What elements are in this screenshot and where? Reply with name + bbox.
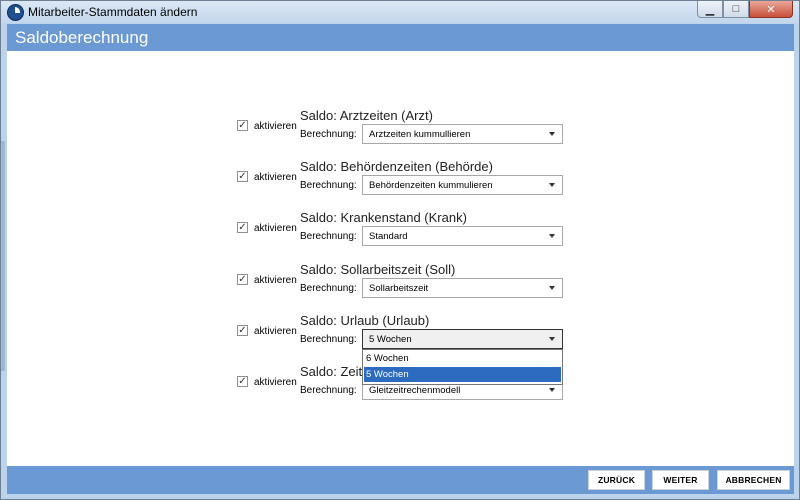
calc-select-urlaub[interactable]: 5 Wochen <box>362 329 563 349</box>
calc-select-value: Standard <box>369 231 408 242</box>
dropdown-option[interactable]: 6 Wochen <box>364 351 561 366</box>
calc-select-value: Sollarbeitszeit <box>369 283 429 294</box>
calc-label: Berechnung: <box>300 283 357 294</box>
saldo-title: Saldo: Urlaub (Urlaub) <box>300 313 430 328</box>
activate-label: aktivieren <box>254 326 297 337</box>
chevron-down-icon <box>549 388 555 392</box>
calc-select-value: Behördenzeiten kummulieren <box>369 180 493 191</box>
page-header: Saldoberechnung <box>7 24 794 51</box>
checkmark-icon: ✓ <box>238 221 247 233</box>
maximize-button[interactable]: □ <box>723 1 749 18</box>
saldo-title: Saldo: Arztzeiten (Arzt) <box>300 108 433 123</box>
calc-select-soll[interactable]: Sollarbeitszeit <box>362 278 563 298</box>
calc-select-behoerde[interactable]: Behördenzeiten kummulieren <box>362 175 563 195</box>
saldo-group-arzt: ✓ aktivieren Saldo: Arztzeiten (Arzt) Be… <box>7 106 794 156</box>
checkmark-icon: ✓ <box>238 119 247 131</box>
calc-label: Berechnung: <box>300 334 357 345</box>
checkmark-icon: ✓ <box>238 375 247 387</box>
calc-label: Berechnung: <box>300 231 357 242</box>
checkmark-icon: ✓ <box>238 324 247 336</box>
close-icon: ✕ <box>766 3 776 16</box>
activate-checkbox-zeit[interactable]: ✓ <box>237 376 248 387</box>
minimize-button[interactable]: ▁ <box>697 1 723 18</box>
window-controls: ▁ □ ✕ <box>697 1 793 19</box>
urlaub-dropdown-list: 6 Wochen 5 Wochen <box>362 349 563 385</box>
back-button[interactable]: ZURÜCK <box>588 470 645 490</box>
chevron-down-icon <box>549 337 555 341</box>
saldo-group-soll: ✓ aktivieren Saldo: Sollarbeitszeit (Sol… <box>7 260 794 310</box>
main-window: Mitarbeiter-Stammdaten ändern ▁ □ ✕ Sald… <box>0 0 800 500</box>
saldo-group-behoerde: ✓ aktivieren Saldo: Behördenzeiten (Behö… <box>7 157 794 207</box>
maximize-icon: □ <box>732 3 740 15</box>
saldo-title: Saldo: Behördenzeiten (Behörde) <box>300 159 493 174</box>
checkmark-icon: ✓ <box>238 273 247 285</box>
calc-label: Berechnung: <box>300 385 357 396</box>
activate-label: aktivieren <box>254 275 297 286</box>
dropdown-option-selected[interactable]: 5 Wochen <box>364 367 561 382</box>
calc-label: Berechnung: <box>300 180 357 191</box>
activate-label: aktivieren <box>254 172 297 183</box>
activate-label: aktivieren <box>254 377 297 388</box>
title-bar[interactable]: Mitarbeiter-Stammdaten ändern ▁ □ ✕ <box>1 1 799 23</box>
activate-checkbox-arzt[interactable]: ✓ <box>237 120 248 131</box>
next-button[interactable]: WEITER <box>652 470 709 490</box>
chevron-down-icon <box>549 132 555 136</box>
calc-select-value: Arztzeiten kummullieren <box>369 129 471 140</box>
calc-select-value: Gleitzeitrechenmodell <box>369 385 461 396</box>
chevron-down-icon <box>549 234 555 238</box>
page-title: Saldoberechnung <box>15 28 149 47</box>
cancel-button[interactable]: ABBRECHEN <box>717 470 790 490</box>
activate-checkbox-urlaub[interactable]: ✓ <box>237 325 248 336</box>
saldo-group-krank: ✓ aktivieren Saldo: Krankenstand (Krank)… <box>7 208 794 258</box>
calc-label: Berechnung: <box>300 129 357 140</box>
calc-select-arzt[interactable]: Arztzeiten kummullieren <box>362 124 563 144</box>
calc-select-krank[interactable]: Standard <box>362 226 563 246</box>
close-button[interactable]: ✕ <box>749 1 793 18</box>
wizard-footer: ZURÜCK WEITER ABBRECHEN <box>7 466 794 494</box>
app-logo-icon <box>7 4 24 21</box>
minimize-icon: ▁ <box>705 3 715 16</box>
activate-label: aktivieren <box>254 223 297 234</box>
activate-checkbox-krank[interactable]: ✓ <box>237 222 248 233</box>
calc-select-value: 5 Wochen <box>369 334 412 345</box>
chevron-down-icon <box>549 286 555 290</box>
activate-label: aktivieren <box>254 121 297 132</box>
saldo-title: Saldo: Zeit <box>300 364 363 379</box>
window-left-edge <box>1 141 5 371</box>
activate-checkbox-soll[interactable]: ✓ <box>237 274 248 285</box>
saldo-title: Saldo: Sollarbeitszeit (Soll) <box>300 262 456 277</box>
chevron-down-icon <box>549 183 555 187</box>
window-title: Mitarbeiter-Stammdaten ändern <box>28 5 198 19</box>
dialog-content: Saldoberechnung ✓ aktivieren Saldo: Arzt… <box>7 24 794 494</box>
checkmark-icon: ✓ <box>238 170 247 182</box>
activate-checkbox-behoerde[interactable]: ✓ <box>237 171 248 182</box>
saldo-title: Saldo: Krankenstand (Krank) <box>300 210 467 225</box>
